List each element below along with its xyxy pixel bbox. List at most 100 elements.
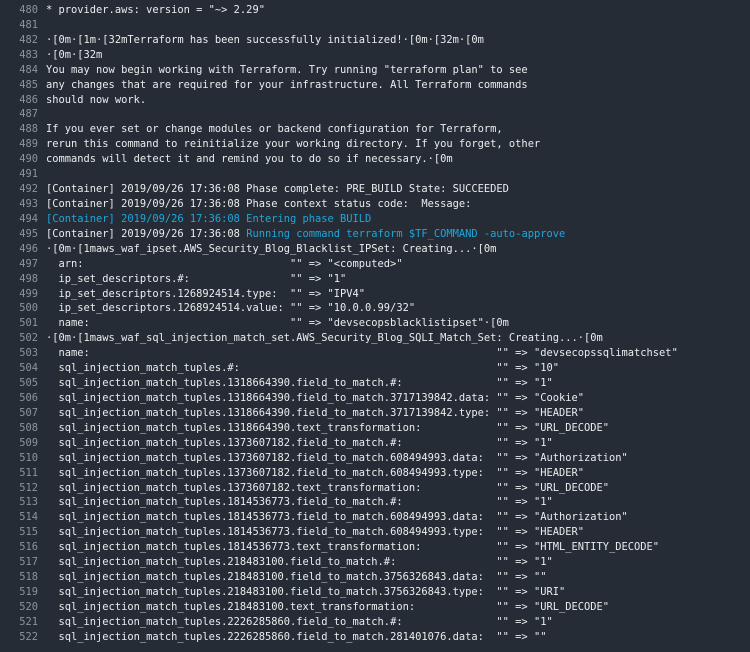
log-text: sql_injection_match_tuples.1814536773.te… [46,540,660,555]
line-number: 517 [19,556,38,569]
attribute-value: "" => "IPV4" [289,287,366,300]
attribute-key: sql_injection_match_tuples.218483100.fie… [46,585,484,598]
attribute-value: "" => "HEADER" [496,526,584,539]
log-line: 496 ·[0m·[1maws_waf_ipset.AWS_Security_Bl… [0,242,750,257]
attribute-key: ip_set_descriptors.1268924514.value: [46,302,284,315]
attribute-value: "" => "URL_DECODE" [496,481,610,494]
log-line: 494 [Container] 2019/09/26 17:36:08 Enter… [0,212,750,227]
log-text: sql_injection_match_tuples.218483100.fie… [46,570,547,585]
attribute-value: "" => "" [496,630,547,643]
line-number: 498 [19,272,38,285]
log-text: [Container] 2019/09/26 17:36:08 Entering… [46,212,371,227]
attribute-key: sql_injection_match_tuples.1814536773.fi… [46,511,484,524]
log-line: 502 ·[0m·[1maws_waf_sql_injection_match_s… [0,331,750,346]
log-message: any changes that are required for your i… [46,78,528,91]
log-line: 480 * provider.aws: version = "~> 2.29" [0,3,750,18]
attribute-key: sql_injection_match_tuples.1373607182.fi… [46,451,484,464]
attribute-key: sql_injection_match_tuples.1373607182.fi… [46,466,484,479]
line-number: 512 [19,481,38,494]
log-line: 498 ip_set_descriptors.#: "" => "1" [0,272,750,287]
log-text: sql_injection_match_tuples.1373607182.te… [46,481,610,496]
log-message: [Container] 2019/09/26 17:36:08 [46,227,247,240]
attribute-key: sql_injection_match_tuples.1814536773.fi… [46,526,484,539]
attribute-value: "" => "1" [496,377,553,390]
line-number: 495 [19,227,38,240]
attribute-value: "" => "Authorization" [496,511,628,524]
log-text: sql_injection_match_tuples.1373607182.fi… [46,451,628,466]
line-number: 504 [19,362,38,375]
attribute-value: "" => "HEADER" [496,406,584,419]
attribute-value: "" => "10.0.0.99/32" [289,302,416,315]
log-line: 491 [0,167,750,182]
line-number: 481 [19,18,38,31]
log-text: any changes that are required for your i… [46,78,528,93]
log-message: [Container] 2019/09/26 17:36:08 Phase co… [46,183,509,196]
line-number: 506 [19,391,38,404]
log-line: 487 [0,107,750,122]
log-text: ip_set_descriptors.#: "" => "1" [46,272,347,287]
line-number: 519 [19,585,38,598]
log-text: sql_injection_match_tuples.1318664390.fi… [46,376,553,391]
log-message: ·[0m·[1maws_waf_sql_injection_match_set.… [46,332,603,345]
log-line: 512 sql_injection_match_tuples.137360718… [0,481,750,496]
log-text: ·[0m·[1m·[32mTerraform has been successf… [46,33,484,48]
attribute-value: "" => "HEADER" [496,466,584,479]
attribute-key: sql_injection_match_tuples.1373607182.te… [46,481,422,494]
line-number: 491 [19,168,38,181]
log-line: 481 [0,18,750,33]
attribute-key: sql_injection_match_tuples.1373607182.fi… [46,436,403,449]
log-line: 520 sql_injection_match_tuples.218483100… [0,600,750,615]
log-line: 495 [Container] 2019/09/26 17:36:08 Runni… [0,227,750,242]
line-number: 505 [19,377,38,390]
line-number: 485 [19,78,38,91]
log-text: name: "" => "devsecopsblacklistipset"·[0m [46,316,509,331]
attribute-value: "" => "<computed>" [289,257,403,270]
log-line: 509 sql_injection_match_tuples.137360718… [0,436,750,451]
log-line: 519 sql_injection_match_tuples.218483100… [0,585,750,600]
log-message: commands will detect it and remind you t… [46,153,453,166]
log-line: 483 ·[0m·[32m [0,48,750,63]
log-line: 522 sql_injection_match_tuples.222628586… [0,630,750,645]
log-line: 488 If you ever set or change modules or … [0,122,750,137]
line-number: 508 [19,421,38,434]
log-text: sql_injection_match_tuples.1814536773.fi… [46,495,553,510]
log-line: 516 sql_injection_match_tuples.181453677… [0,540,750,555]
attribute-value: "" => "URI" [496,585,566,598]
log-text: sql_injection_match_tuples.1814536773.fi… [46,525,585,540]
log-line: 493 [Container] 2019/09/26 17:36:08 Phase… [0,197,750,212]
line-number: 507 [19,406,38,419]
log-line: 486 should now work. [0,93,750,108]
log-line: 504 sql_injection_match_tuples.#: "" => "… [0,361,750,376]
attribute-value: "" => "1" [496,556,553,569]
attribute-key: name: [46,347,90,360]
line-number: 513 [19,496,38,509]
attribute-key: sql_injection_match_tuples.1318664390.fi… [46,406,491,419]
log-text: commands will detect it and remind you t… [46,152,453,167]
log-line: 484 You may now begin working with Terraf… [0,63,750,78]
attribute-value: "" => "" [496,571,547,584]
log-line: 513 sql_injection_match_tuples.181453677… [0,495,750,510]
log-line: 485 any changes that are required for you… [0,78,750,93]
attribute-key: sql_injection_match_tuples.2226285860.fi… [46,615,403,628]
line-number: 510 [19,451,38,464]
log-text: ·[0m·[1maws_waf_ipset.AWS_Security_Blog_… [46,242,496,257]
log-message: [Container] 2019/09/26 17:36:08 Phase co… [46,197,472,210]
attribute-key: arn: [46,257,84,270]
line-number: 515 [19,526,38,539]
line-number: 502 [19,332,38,345]
log-line: 508 sql_injection_match_tuples.131866439… [0,421,750,436]
line-number: 496 [19,242,38,255]
line-number: 490 [19,153,38,166]
attribute-value: "" => "10" [496,362,559,375]
log-message: rerun this command to reinitialize your … [46,138,541,151]
attribute-value: "" => "1" [496,615,553,628]
log-text: * provider.aws: version = "~> 2.29" [46,3,265,18]
log-message-highlight: Running command terraform $TF_COMMAND -a… [246,227,566,240]
attribute-key: ip_set_descriptors.#: [46,272,190,285]
log-text: ·[0m·[1maws_waf_sql_injection_match_set.… [46,331,603,346]
log-text: [Container] 2019/09/26 17:36:08 Phase co… [46,197,471,212]
log-line: 518 sql_injection_match_tuples.218483100… [0,570,750,585]
attribute-key: sql_injection_match_tuples.1814536773.te… [46,541,422,554]
log-text: sql_injection_match_tuples.#: "" => "10" [46,361,559,376]
log-text: If you ever set or change modules or bac… [46,122,503,137]
